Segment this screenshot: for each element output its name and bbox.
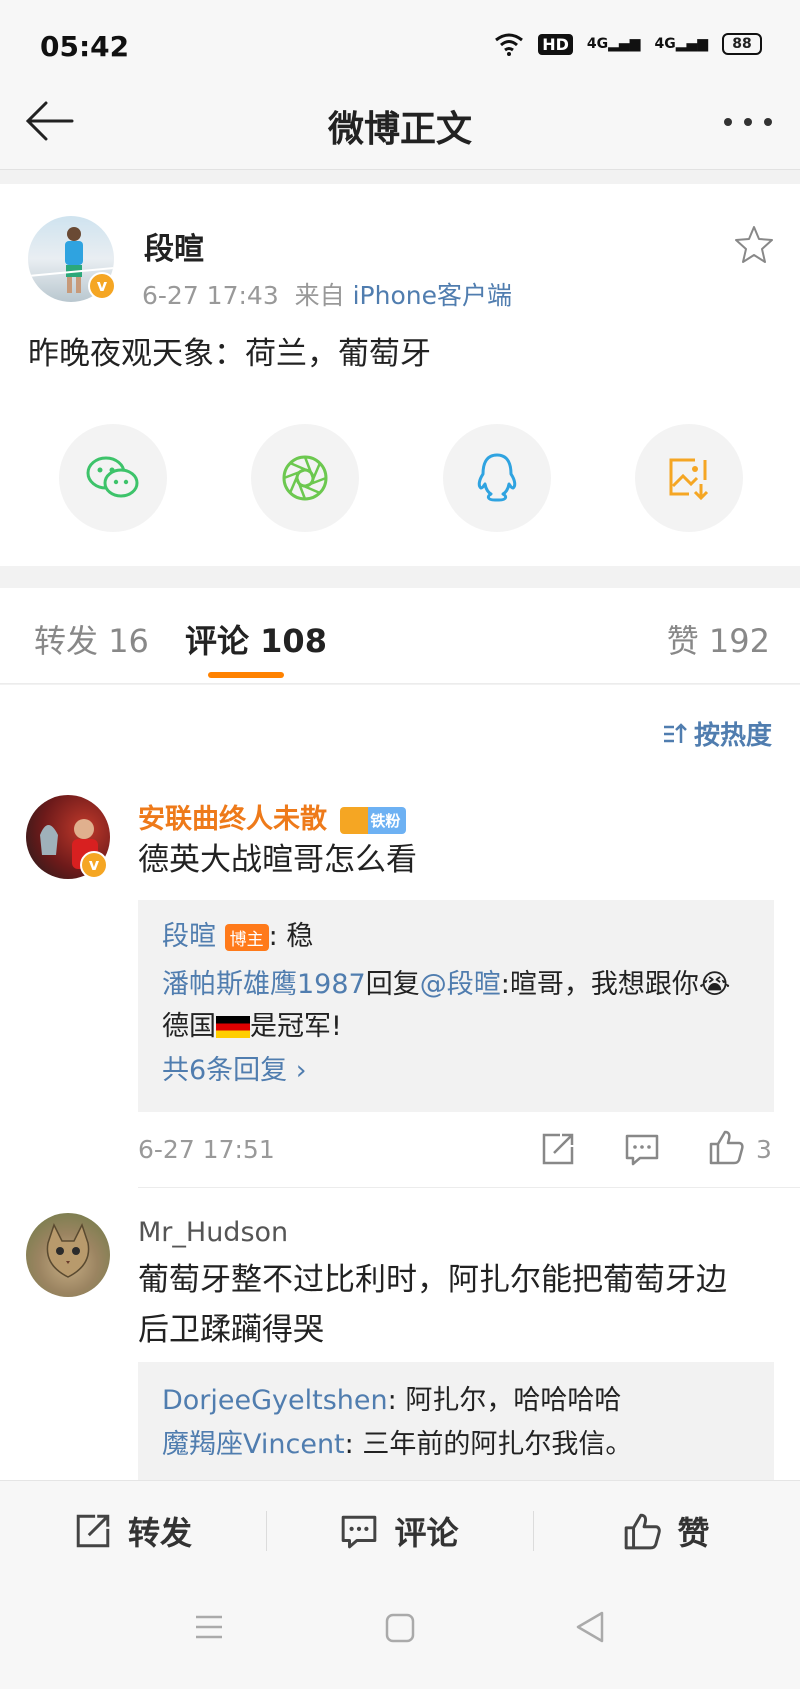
reply-author[interactable]: 魔羯座Vincent bbox=[162, 1429, 345, 1460]
comments-list: 按热度 v 安联曲终人未散 铁粉 德英大战暄哥怎么看 段暄 博主: 稳 潘帕斯雄… bbox=[0, 685, 800, 1492]
status-bar: 05:42 HD 4G▂▄▆ 4G▂▄▆ 88 bbox=[0, 0, 800, 92]
tabs-bar: 转发 16 评论 108 赞 192 bbox=[0, 588, 800, 684]
comment-button[interactable]: 评论 bbox=[266, 1481, 533, 1581]
mention-link[interactable]: @段暄 bbox=[420, 969, 501, 1000]
reply-comment-icon[interactable] bbox=[624, 1131, 660, 1167]
menu-icon[interactable] bbox=[193, 1612, 225, 1642]
more-options-icon[interactable] bbox=[718, 102, 778, 142]
bottom-action-bar: 转发 评论 赞 bbox=[0, 1480, 800, 1580]
post-meta: 6-27 17:43 来自 iPhone客户端 bbox=[142, 276, 512, 312]
fan-badge: 铁粉 bbox=[340, 807, 407, 834]
more-replies-link[interactable]: 共6条回复 › bbox=[162, 1048, 307, 1087]
repost-button[interactable]: 转发 bbox=[0, 1481, 266, 1581]
battery-icon: 88 bbox=[722, 33, 762, 55]
share-moments-button[interactable] bbox=[251, 424, 359, 532]
reply-box[interactable]: DorjeeGyeltshen: 阿扎尔，哈哈哈哈 魔羯座Vincent: 三年… bbox=[138, 1362, 774, 1492]
tab-likes[interactable]: 赞 192 bbox=[667, 616, 770, 662]
repost-comment-icon[interactable] bbox=[540, 1131, 576, 1167]
reply-item-cont: 德国 是冠军! bbox=[162, 1011, 342, 1042]
status-time: 05:42 bbox=[40, 30, 130, 63]
like-button[interactable]: 赞 bbox=[533, 1481, 800, 1581]
germany-flag-icon bbox=[216, 1016, 250, 1038]
verified-badge-icon: v bbox=[80, 851, 108, 879]
author-name[interactable]: 段暄 bbox=[144, 224, 204, 268]
comment-icon bbox=[342, 1515, 377, 1549]
wechat-icon bbox=[86, 456, 139, 498]
comment-divider bbox=[138, 1187, 800, 1188]
commenter-avatar[interactable] bbox=[26, 1213, 110, 1297]
reply-item: 段暄 博主: 稳 bbox=[162, 921, 314, 952]
back-triangle-icon[interactable] bbox=[574, 1610, 606, 1644]
save-image-icon bbox=[669, 458, 709, 501]
signal-4g-2: 4G▂▄▆ bbox=[654, 36, 708, 52]
tab-comments[interactable]: 评论 108 bbox=[185, 616, 327, 662]
wifi-icon bbox=[495, 33, 524, 56]
post-card: v 段暄 6-27 17:43 来自 iPhone客户端 昨晚夜观天象：荷兰，葡… bbox=[0, 184, 800, 566]
repost-icon bbox=[76, 1514, 110, 1548]
post-source[interactable]: iPhone客户端 bbox=[353, 281, 512, 310]
qq-icon bbox=[477, 453, 517, 502]
page-title: 微博正文 bbox=[327, 109, 472, 150]
like-comment-icon[interactable] bbox=[708, 1129, 744, 1165]
reply-box[interactable]: 段暄 博主: 稳 潘帕斯雄鹰1987回复@段暄:暄哥，我想跟你😭 德国 是冠军! … bbox=[138, 900, 774, 1112]
share-qq-button[interactable] bbox=[443, 424, 551, 532]
active-tab-indicator bbox=[208, 672, 284, 678]
blogger-tag: 博主 bbox=[224, 924, 269, 951]
signal-4g-1: 4G▂▄▆ bbox=[586, 36, 641, 52]
system-nav-bar bbox=[0, 1580, 800, 1689]
sort-by-hot-button[interactable]: 按热度 bbox=[662, 715, 772, 752]
like-icon bbox=[625, 1513, 662, 1550]
favorite-star-icon[interactable] bbox=[734, 224, 774, 264]
hd-badge: HD bbox=[538, 33, 573, 55]
reply-author[interactable]: 段暄 bbox=[162, 921, 216, 952]
comment-time: 6-27 17:51 bbox=[138, 1135, 275, 1164]
home-icon[interactable] bbox=[384, 1612, 416, 1644]
sort-icon bbox=[663, 722, 687, 743]
moments-icon bbox=[282, 455, 328, 501]
save-image-button[interactable] bbox=[635, 424, 743, 532]
status-icons: HD 4G▂▄▆ 4G▂▄▆ 88 bbox=[494, 32, 762, 56]
share-wechat-button[interactable] bbox=[59, 424, 167, 532]
reply-item: 魔羯座Vincent: 三年前的阿扎尔我信。 bbox=[162, 1429, 633, 1460]
comment-author[interactable]: Mr_Hudson bbox=[138, 1217, 288, 1248]
chevron-right-icon: › bbox=[295, 1055, 307, 1086]
comment-text: 德英大战暄哥怎么看 bbox=[138, 842, 417, 878]
comment-text: 葡萄牙整不过比利时，阿扎尔能把葡萄牙边 后卫蹂躏得哭 bbox=[138, 1262, 727, 1348]
reply-item: 潘帕斯雄鹰1987回复@段暄:暄哥，我想跟你😭 bbox=[162, 969, 731, 1000]
verified-badge-icon: v bbox=[88, 272, 116, 300]
post-time: 6-27 17:43 bbox=[142, 281, 279, 310]
reply-author[interactable]: 潘帕斯雄鹰1987 bbox=[162, 969, 366, 1000]
reply-item: DorjeeGyeltshen: 阿扎尔，哈哈哈哈 bbox=[162, 1385, 622, 1416]
comment-author[interactable]: 安联曲终人未散 铁粉 bbox=[138, 797, 407, 836]
reply-author[interactable]: DorjeeGyeltshen bbox=[162, 1385, 388, 1416]
comment-like-count: 3 bbox=[756, 1135, 772, 1164]
from-label: 来自 bbox=[294, 281, 345, 310]
crying-emoji-icon: 😭 bbox=[698, 969, 731, 1000]
nav-bar: 微博正文 bbox=[0, 92, 800, 170]
tab-repost[interactable]: 转发 16 bbox=[34, 616, 149, 662]
post-content: 昨晚夜观天象：荷兰，葡萄牙 bbox=[28, 336, 431, 372]
